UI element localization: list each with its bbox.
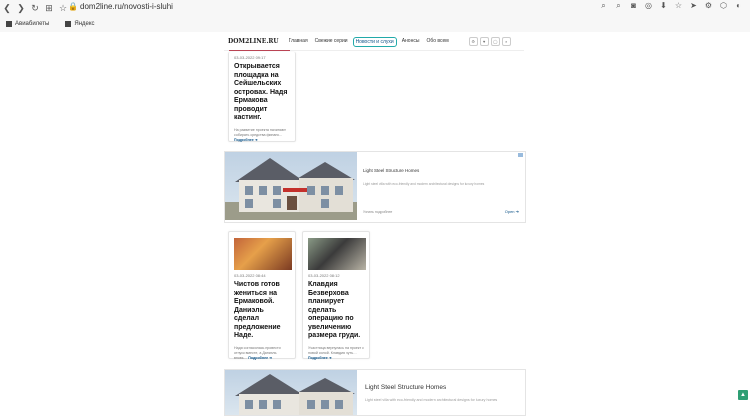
read-more-link[interactable]: Подробнее ➔ xyxy=(248,356,272,360)
card-excerpt: На развитие проекта начинают собирать ср… xyxy=(234,128,290,143)
logo-underline xyxy=(229,50,290,51)
share-icon[interactable]: ➤ xyxy=(688,1,699,11)
menu-icon[interactable]: ⬡ xyxy=(718,1,729,11)
news-card[interactable]: 03-03-2022 08:12 Клавдия Безверхова план… xyxy=(302,231,370,361)
card-date: 03-03-2022 08:44 xyxy=(234,273,266,278)
nav-about-all[interactable]: Обо всем xyxy=(424,37,450,47)
news-card[interactable]: 03-03-2022 09:17 Открывается площадка на… xyxy=(228,52,296,142)
camera-icon[interactable]: ◙ xyxy=(628,1,639,11)
zoom-icon[interactable]: ⌕ xyxy=(613,1,624,11)
browser-actions: ⌕ ⌕ ◙ ◎ ⬇ ☆ ➤ ⚙ ⬡ ◐ xyxy=(598,1,744,11)
back-icon[interactable]: ❮ xyxy=(0,1,14,15)
alice-icon[interactable]: ◎ xyxy=(643,1,654,11)
address-bar[interactable]: dom2line.ru/novosti-i-sluhi xyxy=(80,2,173,11)
forward-icon[interactable]: ❯ xyxy=(14,1,28,15)
ad-image xyxy=(225,152,357,220)
nav-home[interactable]: Главная xyxy=(287,37,310,47)
read-more-link[interactable]: Подробнее ➔ xyxy=(308,356,332,360)
bookmark-yandex[interactable]: Яндекс xyxy=(65,21,95,27)
house-illustration xyxy=(235,374,355,415)
nav-fresh-episodes[interactable]: Свежие серии xyxy=(313,37,350,47)
bookmark-favicon-icon xyxy=(65,21,72,27)
ad-title[interactable]: Light Steel Structure Homes xyxy=(363,168,419,173)
card-excerpt-text: На развитие проекта начинают собирать ср… xyxy=(234,127,286,137)
house-illustration xyxy=(225,158,357,220)
card-date: 03-03-2022 09:17 xyxy=(234,55,266,60)
ad-image xyxy=(225,370,357,415)
card-date: 03-03-2022 08:12 xyxy=(308,273,340,278)
favorite-icon[interactable]: ☆ xyxy=(673,1,684,11)
bookmark-aviabilety[interactable]: Авиабилеты xyxy=(6,21,49,27)
site-header: DOM2LINE.RU Главная Свежие серии Новости… xyxy=(224,33,524,51)
ad-description: Light steel villa with eco-friendly and … xyxy=(363,182,485,186)
card-title[interactable]: Открывается площадка на Сейшельских остр… xyxy=(234,63,290,123)
heart-icon[interactable]: ♥ xyxy=(479,37,489,46)
ad-link[interactable]: Узнать подробнее xyxy=(363,210,392,214)
header-icons: ⚙ ♥ ◯ ⌕ xyxy=(468,37,511,46)
ad-info: Light Steel Structure Homes Light steel … xyxy=(361,152,525,222)
reload-icon[interactable]: ↻ xyxy=(28,1,42,15)
main-nav: Главная Свежие серии Новости и слухи Ано… xyxy=(287,36,451,47)
ad-description: Light steel villa with eco-friendly and … xyxy=(365,398,498,402)
ad-title[interactable]: Light Steel Structure Homes xyxy=(365,384,446,391)
card-title[interactable]: Клавдия Безверхова планирует сделать опе… xyxy=(308,281,364,341)
bookmark-favicon-icon xyxy=(6,21,12,27)
site-logo[interactable]: DOM2LINE.RU xyxy=(228,38,279,45)
nav-news-rumors[interactable]: Новости и слухи xyxy=(352,36,397,47)
search-icon[interactable]: ⌕ xyxy=(501,37,511,46)
user-icon[interactable]: ◯ xyxy=(490,37,500,46)
browser-chrome: ❮ ❯ ↻ ⊞ ☆ 🔒 dom2line.ru/novosti-i-sluhi … xyxy=(0,0,750,32)
scroll-top-button[interactable]: ▲ xyxy=(738,390,748,400)
read-more-link[interactable]: Подробнее ➔ xyxy=(234,138,258,142)
card-excerpt: Надя согласилась провести отпуск вместе,… xyxy=(234,346,290,361)
search-icon[interactable]: ⌕ xyxy=(598,1,609,11)
nav-announcements[interactable]: Анонсы xyxy=(400,37,422,47)
card-excerpt: Участница вернулась на проект с новой си… xyxy=(308,346,364,361)
settings-icon[interactable]: ⚙ xyxy=(468,37,478,46)
card-excerpt-text: Участница вернулась на проект с новой си… xyxy=(308,345,364,355)
news-card[interactable]: 03-03-2022 08:44 Чистов готов жениться н… xyxy=(228,231,296,361)
ad-mark-icon[interactable] xyxy=(518,153,523,157)
ad-banner[interactable]: Light Steel Structure Homes Light steel … xyxy=(224,151,526,223)
card-image[interactable] xyxy=(308,238,366,270)
ad-open-button[interactable]: Open ➔ xyxy=(505,209,519,214)
extensions-icon[interactable]: ⚙ xyxy=(703,1,714,11)
card-title[interactable]: Чистов готов жениться на Ермаковой. Дани… xyxy=(234,281,290,341)
tabs-icon[interactable]: ⊞ xyxy=(42,1,56,15)
bookmarks-bar: Авиабилеты Яндекс xyxy=(0,16,105,32)
card-image[interactable] xyxy=(234,238,292,270)
lock-icon: 🔒 xyxy=(68,2,78,11)
download-icon[interactable]: ⬇ xyxy=(658,1,669,11)
profile-icon[interactable]: ◐ xyxy=(733,1,744,11)
